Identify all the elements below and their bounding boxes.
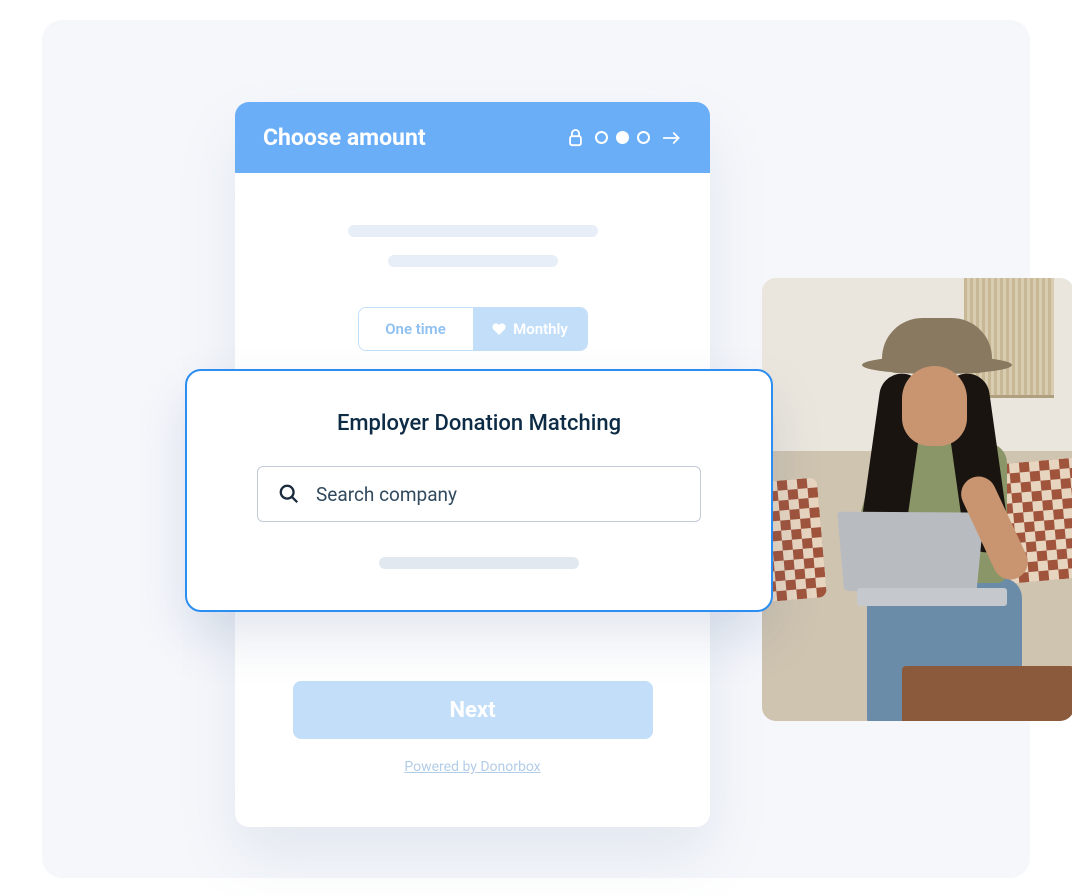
search-placeholder: Search company <box>316 483 457 506</box>
frequency-monthly-button[interactable]: Monthly <box>473 308 587 350</box>
lock-icon <box>568 129 583 147</box>
search-icon <box>278 483 300 505</box>
frequency-monthly-label: Monthly <box>513 320 568 338</box>
frequency-onetime-label: One time <box>385 320 446 338</box>
page-title: Choose amount <box>263 124 426 151</box>
frequency-onetime-button[interactable]: One time <box>359 308 473 350</box>
header-icons <box>568 129 682 147</box>
skeleton-line <box>348 225 598 237</box>
arrow-right-icon[interactable] <box>662 130 682 146</box>
skeleton-line <box>388 255 558 267</box>
step-indicator <box>595 131 650 144</box>
step-dot-1 <box>595 131 608 144</box>
next-button[interactable]: Next <box>293 681 653 739</box>
company-search-input[interactable]: Search company <box>257 466 701 522</box>
step-dot-2 <box>616 131 629 144</box>
canvas-background: Choose amount One <box>42 20 1030 878</box>
heart-icon <box>491 322 507 336</box>
card-header: Choose amount <box>235 102 710 173</box>
powered-by-link[interactable]: Powered by Donorbox <box>235 759 710 775</box>
skeleton-line <box>379 557 579 569</box>
frequency-toggle: One time Monthly <box>358 307 588 351</box>
next-button-label: Next <box>449 698 495 723</box>
employer-matching-panel: Employer Donation Matching Search compan… <box>185 369 773 612</box>
matching-title: Employer Donation Matching <box>257 411 701 436</box>
step-dot-3 <box>637 131 650 144</box>
decorative-photo <box>762 278 1072 721</box>
